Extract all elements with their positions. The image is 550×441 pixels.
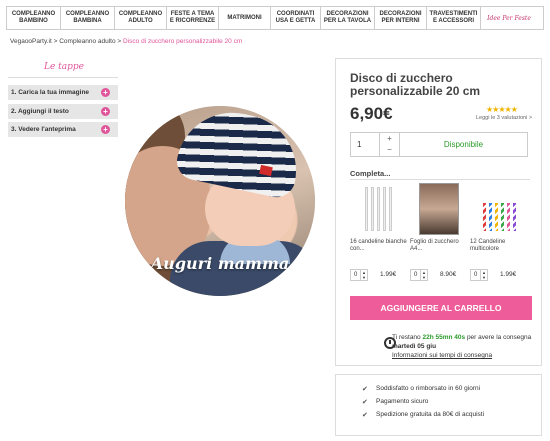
accessory-price: 1.99€ bbox=[500, 271, 517, 278]
shipping-prefix: Ti restano bbox=[392, 334, 421, 341]
accessory-price: 8.90€ bbox=[440, 271, 457, 278]
step-label: 1. Carica la tua immagine bbox=[11, 89, 90, 96]
accessory-item: 16 candeline bianche con... 0 ▲ ▼ 1.99€ bbox=[350, 183, 408, 281]
nav-decorazioni-interni[interactable]: DECORAZIONI PER INTERNI bbox=[375, 7, 427, 29]
check-icon: ✔ bbox=[362, 412, 368, 419]
breadcrumb: VegaooParty.it > Compleanno adulto > Dis… bbox=[10, 38, 242, 45]
step-upload-image[interactable]: 1. Carica la tua immagine + bbox=[8, 85, 118, 100]
nav-travestimenti[interactable]: TRAVESTIMENTI E ACCESSORI bbox=[427, 7, 481, 29]
sugar-sheet-image[interactable] bbox=[419, 183, 459, 235]
accessory-name[interactable]: 16 candeline bianche con... bbox=[350, 239, 408, 255]
quantity-controls: + − bbox=[379, 133, 399, 156]
steps-title: Le tappe bbox=[44, 62, 84, 72]
accessory-qty[interactable]: 0 bbox=[474, 272, 477, 278]
check-icon: ✔ bbox=[362, 386, 368, 393]
step-add-text[interactable]: 2. Aggiungi il testo + bbox=[8, 104, 118, 119]
nav-compleanno-bambino[interactable]: COMPLEANNO BAMBINO bbox=[7, 7, 61, 29]
stepper-arrows-icon[interactable]: ▲ ▼ bbox=[420, 270, 427, 280]
decrement-button[interactable]: − bbox=[380, 144, 399, 155]
accessory-name[interactable]: Foglio di zucchero A4... bbox=[410, 239, 468, 255]
nav-coordinati[interactable]: COORDINATI USA E GETTA bbox=[271, 7, 321, 29]
white-candles-image[interactable] bbox=[359, 183, 399, 235]
plus-icon: + bbox=[101, 88, 110, 97]
cake-preview-image: Auguri mamma bbox=[125, 106, 315, 296]
guarantee-item: ✔ Soddisfatto o rimborsato in 60 giorni bbox=[362, 385, 481, 393]
nav-feste-a-tema[interactable]: FESTE A TEMA E RICORRENZE bbox=[167, 7, 219, 29]
nav-decorazioni-tavola[interactable]: DECORAZIONI PER LA TAVOLA bbox=[321, 7, 375, 29]
divider bbox=[350, 179, 530, 180]
nav-idee-per-feste[interactable]: Idee Per Feste bbox=[481, 7, 537, 29]
accessory-name[interactable]: 12 Candeline multicolore bbox=[470, 239, 528, 255]
increment-button[interactable]: + bbox=[380, 133, 399, 144]
accessory-price: 1.99€ bbox=[380, 271, 397, 278]
step-preview[interactable]: 3. Vedere l'anteprima + bbox=[8, 122, 118, 137]
breadcrumb-separator: > bbox=[53, 38, 58, 45]
breadcrumb-parent[interactable]: Compleanno adulto bbox=[59, 38, 115, 45]
accessory-qty-stepper[interactable]: 0 ▲ ▼ bbox=[470, 269, 488, 281]
breadcrumb-root[interactable]: VegaooParty.it bbox=[10, 38, 52, 45]
reviews-link[interactable]: Leggi le 3 valutazioni > bbox=[476, 115, 532, 121]
nav-compleanno-adulto[interactable]: COMPLEANNO ADULTO bbox=[115, 7, 167, 29]
accessory-item: 12 Candeline multicolore 0 ▲ ▼ 1.99€ bbox=[470, 183, 528, 281]
add-to-cart-button[interactable]: AGGIUNGERE AL CARRELLO bbox=[350, 296, 532, 320]
nav-compleanno-bambina[interactable]: COMPLEANNO BAMBINA bbox=[61, 7, 115, 29]
stepper-arrows-icon[interactable]: ▲ ▼ bbox=[480, 270, 487, 280]
shipping-countdown: 22h 55mn 40s bbox=[422, 334, 466, 341]
plus-icon: + bbox=[101, 107, 110, 116]
plus-icon: + bbox=[101, 125, 110, 134]
divider bbox=[8, 77, 118, 78]
quantity-stepper[interactable]: 1 + − bbox=[350, 132, 400, 157]
step-label: 2. Aggiungi il testo bbox=[11, 108, 69, 115]
product-panel: Disco di zucchero personalizzabile 20 cm… bbox=[335, 58, 542, 366]
product-price: 6,90€ bbox=[350, 104, 393, 123]
accessory-qty-stepper[interactable]: 0 ▲ ▼ bbox=[350, 269, 368, 281]
stepper-arrows-icon[interactable]: ▲ ▼ bbox=[360, 270, 367, 280]
complete-title: Completa... bbox=[350, 169, 391, 178]
guarantees-panel: ✔ Soddisfatto o rimborsato in 60 giorni … bbox=[335, 374, 542, 436]
accessory-qty[interactable]: 0 bbox=[354, 272, 357, 278]
breadcrumb-separator: > bbox=[117, 38, 122, 45]
guarantee-label: Pagamento sicuro bbox=[376, 398, 429, 405]
check-icon: ✔ bbox=[362, 399, 368, 406]
guarantee-label: Soddisfatto o rimborsato in 60 giorni bbox=[376, 385, 481, 392]
step-label: 3. Vedere l'anteprima bbox=[11, 126, 76, 133]
multicolor-candles-image[interactable] bbox=[479, 183, 519, 235]
preview-caption: Auguri mamma bbox=[150, 254, 290, 273]
delivery-info-link[interactable]: Informazioni sui tempi di consegna bbox=[392, 352, 492, 359]
guarantee-label: Spedizione gratuita da 80€ di acquisti bbox=[376, 411, 485, 418]
quantity-value[interactable]: 1 bbox=[357, 140, 361, 149]
shipping-info: Ti restano 22h 55mn 40s per avere la con… bbox=[392, 333, 532, 360]
accessory-item: Foglio di zucchero A4... 0 ▲ ▼ 8.90€ bbox=[410, 183, 468, 281]
rating-stars: ★★★★★ bbox=[486, 105, 518, 114]
product-title: Disco di zucchero personalizzabile 20 cm bbox=[350, 71, 481, 98]
guarantee-item: ✔ Pagamento sicuro bbox=[362, 398, 429, 406]
delivery-date: martedì 05 giu bbox=[392, 343, 437, 350]
top-navigation: COMPLEANNO BAMBINO COMPLEANNO BAMBINA CO… bbox=[6, 6, 544, 30]
nav-matrimoni[interactable]: MATRIMONI bbox=[219, 7, 271, 29]
accessory-qty[interactable]: 0 bbox=[414, 272, 417, 278]
availability-status: Disponibile bbox=[400, 132, 528, 157]
shipping-middle: per avere la consegna bbox=[466, 334, 532, 341]
guarantee-item: ✔ Spedizione gratuita da 80€ di acquisti bbox=[362, 411, 485, 419]
accessory-qty-stepper[interactable]: 0 ▲ ▼ bbox=[410, 269, 428, 281]
breadcrumb-current: Disco di zucchero personalizzabile 20 cm bbox=[123, 38, 243, 45]
